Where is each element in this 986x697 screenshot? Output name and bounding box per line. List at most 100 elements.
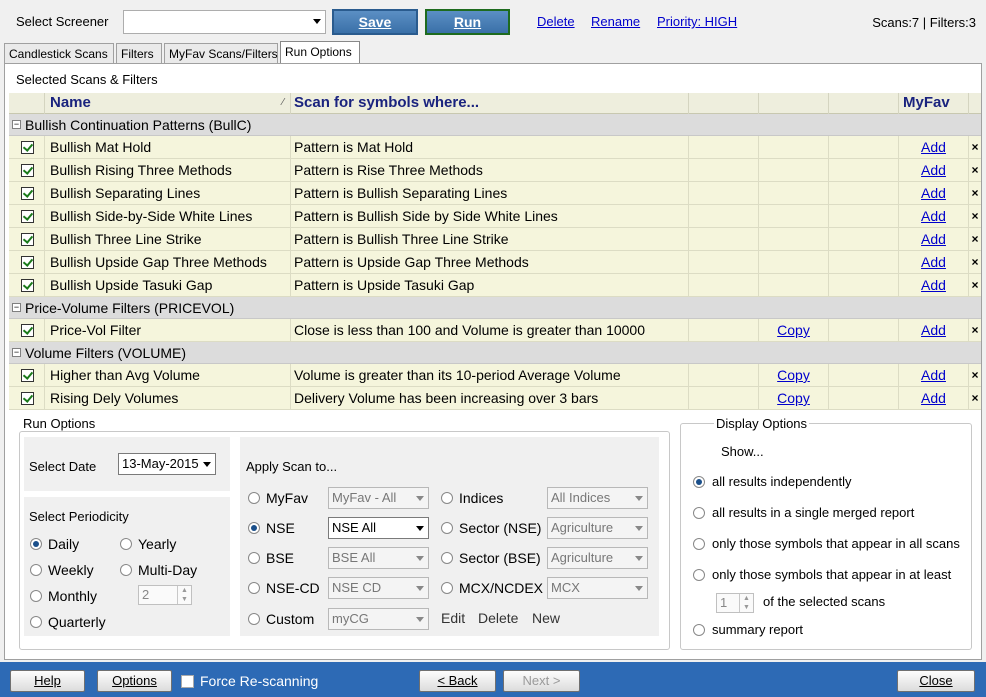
- table-row[interactable]: Bullish Rising Three Methods Pattern is R…: [9, 159, 981, 182]
- sector-nse-select[interactable]: Agriculture: [547, 517, 648, 539]
- chevron-down-icon[interactable]: [416, 556, 424, 561]
- remove-icon[interactable]: ×: [969, 251, 981, 273]
- radio-all-scans[interactable]: [693, 538, 705, 550]
- row-checkbox[interactable]: [21, 164, 34, 177]
- row-checkbox[interactable]: [21, 279, 34, 292]
- radio-merged-report[interactable]: [693, 507, 705, 519]
- table-row[interactable]: Bullish Mat Hold Pattern is Mat Hold Add ×: [9, 136, 981, 159]
- copy-link[interactable]: Copy: [777, 367, 810, 383]
- radio-results-independently[interactable]: [693, 476, 705, 488]
- custom-edit-link[interactable]: Edit: [441, 610, 465, 626]
- copy-link[interactable]: Copy: [777, 322, 810, 338]
- row-checkbox[interactable]: [21, 210, 34, 223]
- chevron-down-icon[interactable]: [416, 617, 424, 622]
- next-button[interactable]: Next >: [503, 670, 580, 692]
- collapse-icon[interactable]: −: [12, 348, 21, 357]
- chevron-down-icon[interactable]: [416, 496, 424, 501]
- bse-select[interactable]: BSE All: [328, 547, 429, 569]
- nse-select[interactable]: NSE All: [328, 517, 429, 539]
- grid-group-row[interactable]: − Price-Volume Filters (PRICEVOL): [9, 297, 981, 319]
- custom-new-link[interactable]: New: [532, 610, 560, 626]
- radio-sector-bse[interactable]: [441, 552, 453, 564]
- sector-bse-select[interactable]: Agriculture: [547, 547, 648, 569]
- table-row[interactable]: Rising Dely Volumes Delivery Volume has b…: [9, 387, 981, 410]
- indices-select[interactable]: All Indices: [547, 487, 648, 509]
- stepper-down-icon[interactable]: ▼: [739, 603, 753, 612]
- radio-yearly[interactable]: [120, 538, 132, 550]
- custom-select[interactable]: myCG: [328, 608, 429, 630]
- save-button[interactable]: Save: [332, 9, 418, 35]
- add-to-myfav-link[interactable]: Add: [921, 367, 946, 383]
- radio-nse-cd[interactable]: [248, 582, 260, 594]
- radio-sector-nse[interactable]: [441, 522, 453, 534]
- table-row[interactable]: Bullish Side-by-Side White Lines Pattern …: [9, 205, 981, 228]
- radio-summary-report[interactable]: [693, 624, 705, 636]
- myfav-select[interactable]: MyFav - All: [328, 487, 429, 509]
- close-button[interactable]: Close: [897, 670, 975, 692]
- radio-monthly[interactable]: [30, 590, 42, 602]
- radio-daily[interactable]: [30, 538, 42, 550]
- header-myfav[interactable]: MyFav: [899, 93, 969, 114]
- run-button[interactable]: Run: [425, 9, 510, 35]
- copy-link[interactable]: Copy: [777, 390, 810, 406]
- add-to-myfav-link[interactable]: Add: [921, 277, 946, 293]
- chevron-down-icon[interactable]: [635, 586, 643, 591]
- remove-icon[interactable]: ×: [969, 182, 981, 204]
- tab-candlestick-scans[interactable]: Candlestick Scans: [4, 43, 114, 64]
- chevron-down-icon[interactable]: [635, 496, 643, 501]
- remove-icon[interactable]: ×: [969, 274, 981, 296]
- remove-icon[interactable]: ×: [969, 228, 981, 250]
- add-to-myfav-link[interactable]: Add: [921, 254, 946, 270]
- priority-link[interactable]: Priority: HIGH: [657, 14, 737, 29]
- add-to-myfav-link[interactable]: Add: [921, 231, 946, 247]
- tab-myfav-scans-filters[interactable]: MyFav Scans/Filters: [164, 43, 278, 64]
- at-least-stepper[interactable]: 1 ▲ ▼: [716, 593, 754, 613]
- remove-icon[interactable]: ×: [969, 387, 981, 409]
- table-row[interactable]: Bullish Upside Tasuki Gap Pattern is Upsi…: [9, 274, 981, 297]
- remove-icon[interactable]: ×: [969, 319, 981, 341]
- row-checkbox[interactable]: [21, 369, 34, 382]
- chevron-down-icon[interactable]: [313, 19, 321, 24]
- options-button[interactable]: Options: [97, 670, 172, 692]
- row-checkbox[interactable]: [21, 233, 34, 246]
- radio-quarterly[interactable]: [30, 616, 42, 628]
- mcx-select[interactable]: MCX: [547, 577, 648, 599]
- collapse-icon[interactable]: −: [12, 120, 21, 129]
- multiday-stepper[interactable]: 2 ▲ ▼: [138, 585, 192, 605]
- radio-custom[interactable]: [248, 613, 260, 625]
- delete-link[interactable]: Delete: [537, 14, 575, 29]
- nse-cd-select[interactable]: NSE CD: [328, 577, 429, 599]
- grid-group-row[interactable]: − Volume Filters (VOLUME): [9, 342, 981, 364]
- row-checkbox[interactable]: [21, 187, 34, 200]
- row-checkbox[interactable]: [21, 141, 34, 154]
- radio-at-least[interactable]: [693, 569, 705, 581]
- row-checkbox[interactable]: [21, 324, 34, 337]
- help-button[interactable]: Help: [10, 670, 85, 692]
- remove-icon[interactable]: ×: [969, 205, 981, 227]
- stepper-up-icon[interactable]: ▲: [177, 586, 191, 595]
- chevron-down-icon[interactable]: [635, 556, 643, 561]
- chevron-down-icon[interactable]: [416, 586, 424, 591]
- add-to-myfav-link[interactable]: Add: [921, 208, 946, 224]
- header-name[interactable]: Name ⁄: [45, 93, 291, 114]
- add-to-myfav-link[interactable]: Add: [921, 139, 946, 155]
- add-to-myfav-link[interactable]: Add: [921, 390, 946, 406]
- row-checkbox[interactable]: [21, 256, 34, 269]
- custom-delete-link[interactable]: Delete: [478, 610, 518, 626]
- table-row[interactable]: Price-Vol Filter Close is less than 100 a…: [9, 319, 981, 342]
- header-scan-for[interactable]: Scan for symbols where...: [291, 93, 689, 114]
- stepper-up-icon[interactable]: ▲: [739, 594, 753, 603]
- radio-indices[interactable]: [441, 492, 453, 504]
- radio-multiday[interactable]: [120, 564, 132, 576]
- screener-combo[interactable]: [123, 10, 326, 34]
- rename-link[interactable]: Rename: [591, 14, 640, 29]
- grid-group-row[interactable]: − Bullish Continuation Patterns (BullC): [9, 114, 981, 136]
- radio-myfav[interactable]: [248, 492, 260, 504]
- radio-weekly[interactable]: [30, 564, 42, 576]
- radio-nse[interactable]: [248, 522, 260, 534]
- date-picker[interactable]: 13-May-2015: [118, 453, 216, 475]
- radio-bse[interactable]: [248, 552, 260, 564]
- force-rescanning-checkbox[interactable]: [181, 675, 194, 688]
- chevron-down-icon[interactable]: [203, 462, 211, 467]
- add-to-myfav-link[interactable]: Add: [921, 322, 946, 338]
